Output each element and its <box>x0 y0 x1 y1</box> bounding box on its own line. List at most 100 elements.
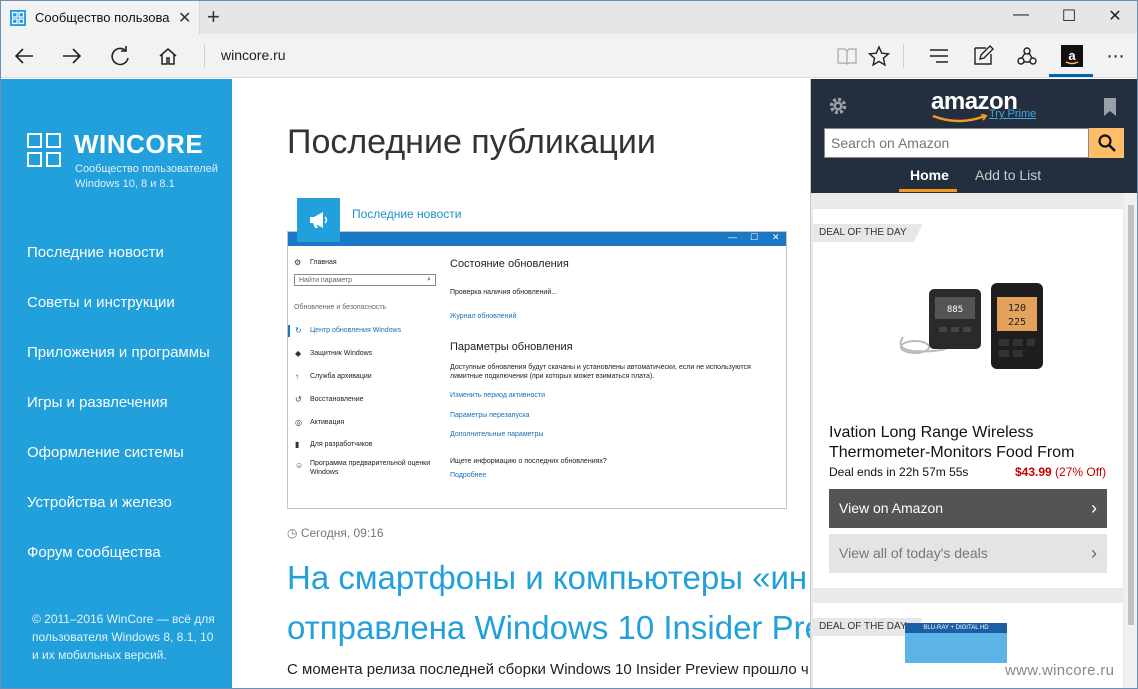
shot-search-box: Найти параметр ⌕ <box>294 274 436 286</box>
shot-shield-icon: ◆ <box>295 349 302 358</box>
post-date: ◷ Сегодня, 09:16 <box>287 526 384 540</box>
shot-insider-icon: ☺ <box>295 461 304 470</box>
shot-link-restart: Параметры перезапуска <box>450 412 530 419</box>
svg-text:225: 225 <box>1008 317 1026 328</box>
nav-apps[interactable]: Приложения и программы <box>27 344 210 361</box>
reading-view-icon[interactable] <box>835 44 859 68</box>
shot-maximize-icon: ☐ <box>750 232 759 242</box>
clock-icon: ◷ <box>287 526 298 540</box>
address-bar: wincore.ru a ⋯ <box>1 34 1137 78</box>
nav-customization[interactable]: Оформление системы <box>27 444 184 461</box>
bluray-label: BLU-RAY + DIGITAL HD <box>905 623 1007 633</box>
shot-minimize-icon: — <box>728 232 737 242</box>
tab-add-to-list[interactable]: Add to List <box>975 167 1041 183</box>
shot-nav-backup: Служба архивации <box>310 373 372 380</box>
url-separator <box>204 44 205 68</box>
shot-params-heading: Параметры обновления <box>450 341 573 353</box>
settings-gear-icon[interactable] <box>827 95 849 117</box>
shot-nav-home: Главная <box>310 259 337 266</box>
refresh-icon[interactable] <box>107 43 133 69</box>
deal-price: $43.99 (27% Off) <box>1015 465 1107 479</box>
thermometer-product-image[interactable]: 885 120 225 <box>893 277 1053 377</box>
nav-games[interactable]: Игры и развлечения <box>27 394 168 411</box>
shot-sync-icon: ↻ <box>295 326 302 335</box>
maximize-icon[interactable]: ☐ <box>1054 6 1084 26</box>
browser-tab[interactable]: Сообщество пользова ✕ <box>1 1 200 34</box>
shot-search-icon: ⌕ <box>427 276 431 283</box>
try-prime-link[interactable]: Try Prime <box>989 108 1036 120</box>
shot-nav-section: Обновление и безопасность <box>294 304 387 311</box>
chevron-right-icon: › <box>1091 498 1097 518</box>
chevron-right-icon: › <box>1091 543 1097 563</box>
shot-more-link: Подробнее <box>450 472 487 479</box>
view-on-amazon-button[interactable]: View on Amazon › <box>829 489 1107 528</box>
bookmark-icon[interactable] <box>1103 97 1117 117</box>
amazon-search-input[interactable] <box>825 129 1088 157</box>
back-icon[interactable] <box>11 43 37 69</box>
forward-icon[interactable] <box>59 43 85 69</box>
megaphone-icon[interactable] <box>297 198 340 242</box>
minimize-icon[interactable]: — <box>1006 6 1036 24</box>
shot-nav-defender: Защитник Windows <box>310 350 373 357</box>
wincore-logo-icon[interactable] <box>27 133 61 167</box>
deal-card[interactable]: DEAL OF THE DAY 885 120 225 Ivation Long… <box>813 209 1123 588</box>
post-title-link[interactable]: На смартфоны и компьютеры «ин отправлена… <box>287 553 810 653</box>
shot-nav-insider: Программа предварительной оценки <box>310 460 431 467</box>
amazon-extension-icon[interactable]: a <box>1060 44 1084 68</box>
panel-scroll-thumb[interactable] <box>1128 205 1134 625</box>
amazon-active-indicator <box>1049 74 1093 77</box>
nav-forum[interactable]: Форум сообщества <box>27 544 161 561</box>
view-all-deals-button[interactable]: View all of today's deals › <box>829 534 1107 573</box>
post-thumbnail[interactable]: — ☐ ✕ ⚙ Главная Найти параметр ⌕ Обновле… <box>287 231 787 509</box>
web-note-icon[interactable] <box>971 44 995 68</box>
shot-activation-icon: ◎ <box>295 418 302 427</box>
shot-question: Ищете информацию о последних обновлениях… <box>450 458 607 465</box>
site-logo-name[interactable]: WINCORE <box>74 129 203 160</box>
amazon-panel: amazon Try Prime Home Add to List DEAL O… <box>810 79 1137 688</box>
svg-text:885: 885 <box>947 305 963 315</box>
post-excerpt: С момента релиза последней сборки Window… <box>287 661 809 678</box>
amazon-search-box[interactable] <box>824 128 1089 158</box>
window-close-icon[interactable]: ✕ <box>1100 6 1130 26</box>
panel-scrollbar[interactable] <box>1124 193 1137 688</box>
nav-tips[interactable]: Советы и инструкции <box>27 294 175 311</box>
shot-params-text-2: лимитные подключения (при которых может … <box>450 373 655 380</box>
shot-close-icon: ✕ <box>772 232 780 242</box>
shot-nav-insider-2: Windows <box>310 469 339 476</box>
amazon-smile-icon <box>932 114 988 123</box>
tab-close-icon[interactable]: ✕ <box>178 8 191 28</box>
shot-home-icon: ⚙ <box>294 258 302 267</box>
url-field[interactable]: wincore.ru <box>221 47 286 63</box>
favorite-star-icon[interactable] <box>867 44 891 68</box>
shot-nav-developers: Для разработчиков <box>310 441 373 448</box>
deal-countdown: Deal ends in 22h 57m 55s <box>829 465 969 479</box>
nav-devices[interactable]: Устройства и железо <box>27 494 172 511</box>
shot-status-heading: Состояние обновления <box>450 258 569 270</box>
tab-title: Сообщество пользова <box>35 10 170 25</box>
settings-titlebar: — ☐ ✕ <box>288 232 786 246</box>
hub-icon[interactable] <box>927 44 951 68</box>
share-icon[interactable] <box>1015 44 1039 68</box>
shot-backup-icon: ↑ <box>295 372 299 381</box>
copyright-text: © 2011–2016 WinCore — всё для пользовате… <box>32 612 215 662</box>
svg-text:120: 120 <box>1008 303 1026 314</box>
shot-link-active-hours: Изменить период активности <box>450 392 546 399</box>
nav-latest-news[interactable]: Последние новости <box>27 244 164 261</box>
post-category-link[interactable]: Последние новости <box>352 207 461 221</box>
main-content: Последние публикации — ☐ ✕ ⚙ Главная Най… <box>232 79 810 688</box>
home-icon[interactable] <box>155 43 181 69</box>
shot-selected-marker <box>288 325 290 337</box>
shot-developer-icon: ▮ <box>295 440 300 449</box>
shot-params-text-1: Доступные обновления будут скачаны и уст… <box>450 364 751 371</box>
tab-home[interactable]: Home <box>910 167 949 183</box>
more-icon[interactable]: ⋯ <box>1104 44 1128 68</box>
site-tagline: Сообщество пользователей Windows 10, 8 и… <box>75 163 218 190</box>
new-tab-icon[interactable]: + <box>207 4 220 30</box>
deal-product-name[interactable]: Ivation Long Range Wireless Thermometer-… <box>829 423 1114 463</box>
amazon-search-button[interactable] <box>1089 128 1124 158</box>
shot-link-advanced: Дополнительные параметры <box>450 431 544 438</box>
browser-window: Сообщество пользова ✕ + — ☐ ✕ wincore.ru <box>0 0 1138 689</box>
bluray-product-image[interactable]: BLU-RAY + DIGITAL HD <box>905 623 1007 663</box>
shot-nav-activation: Активация <box>310 419 345 426</box>
tab-bar: Сообщество пользова ✕ + — ☐ ✕ <box>1 1 1137 34</box>
